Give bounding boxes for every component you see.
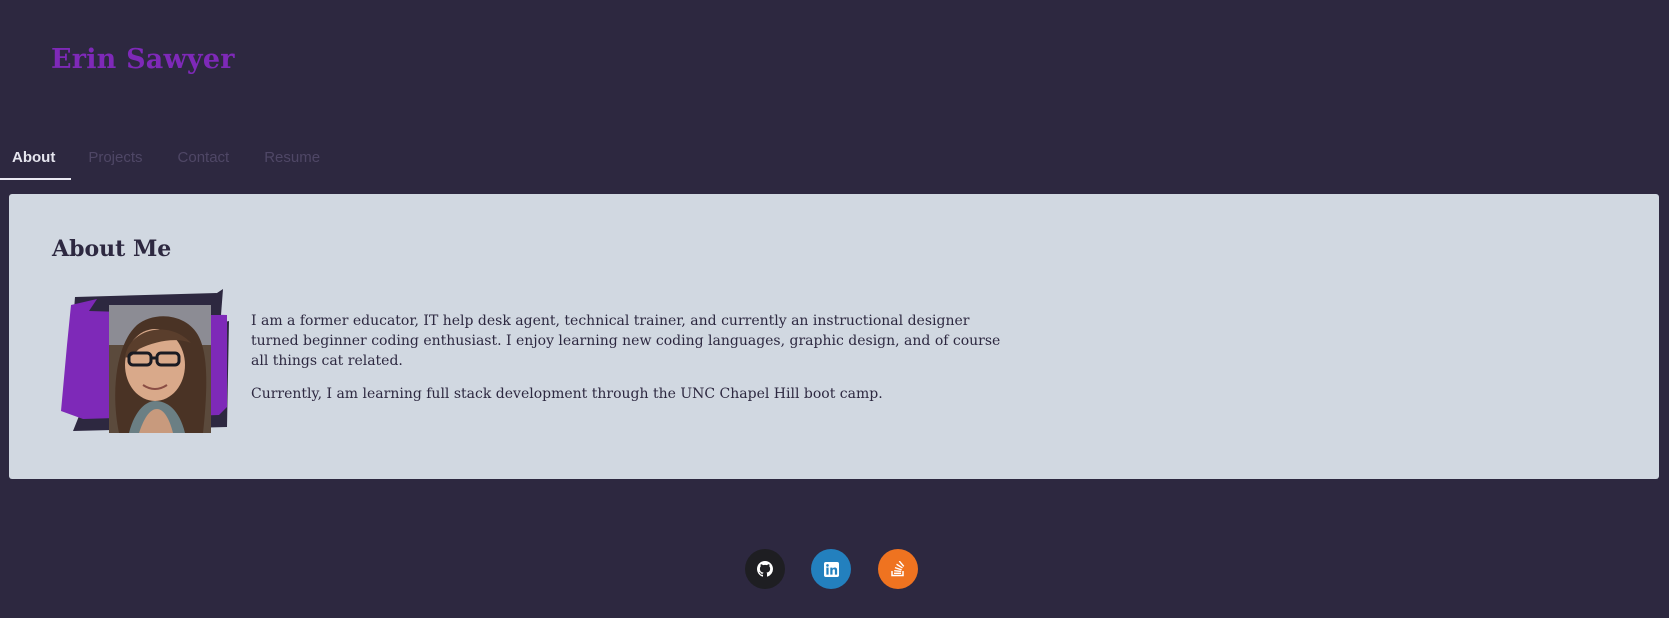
github-icon	[757, 561, 773, 577]
about-card: About Me I am a former educator, IT help…	[9, 194, 1659, 479]
github-link[interactable]	[745, 549, 785, 589]
stackoverflow-icon	[891, 561, 905, 577]
tab-resume[interactable]: Resume	[264, 140, 320, 180]
about-bio: I am a former educator, IT help desk age…	[251, 311, 1011, 417]
about-heading: About Me	[52, 236, 172, 262]
main-nav: About Projects Contact Resume	[0, 140, 355, 180]
about-paragraph: I am a former educator, IT help desk age…	[251, 313, 1001, 369]
tab-about[interactable]: About	[0, 140, 72, 180]
linkedin-link[interactable]	[811, 549, 851, 589]
tab-projects[interactable]: Projects	[88, 140, 142, 180]
stackoverflow-link[interactable]	[878, 549, 918, 589]
tab-contact[interactable]: Contact	[178, 140, 230, 180]
linkedin-icon	[823, 561, 839, 577]
site-title: Erin Sawyer	[51, 44, 235, 75]
profile-photo	[59, 285, 235, 433]
about-paragraph: Currently, I am learning full stack deve…	[251, 386, 883, 402]
